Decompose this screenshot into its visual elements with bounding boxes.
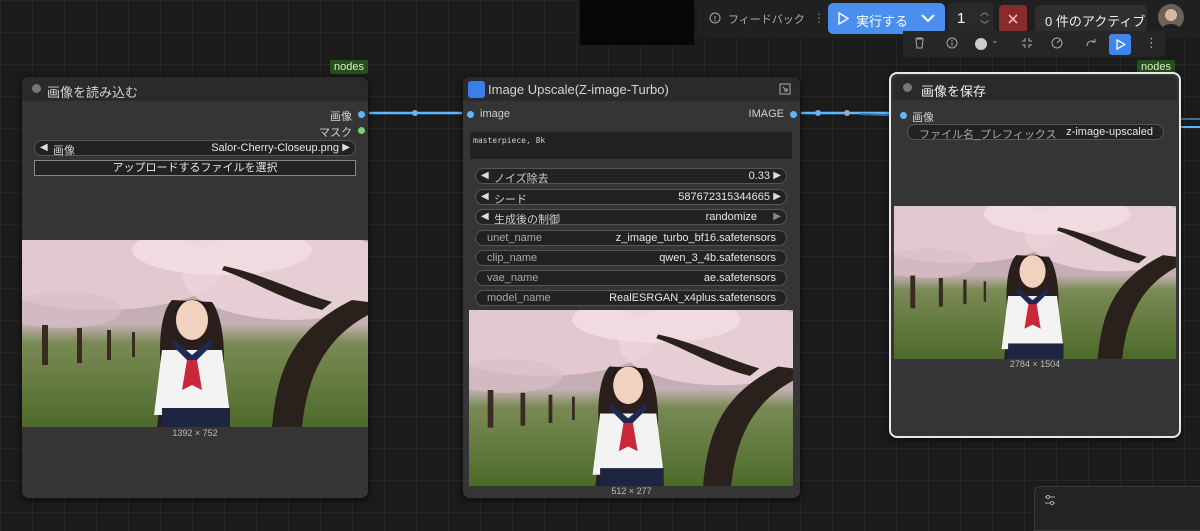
- trash-icon[interactable]: [914, 37, 925, 49]
- output-image-label: 画像: [330, 111, 352, 123]
- upload-file-button[interactable]: アップロードするファイルを選択: [34, 160, 356, 176]
- arrow-left-icon[interactable]: ◀: [481, 190, 489, 204]
- node-header[interactable]: 画像を保存: [893, 76, 1177, 100]
- image-dimensions: 2784 × 1504: [1009, 359, 1061, 369]
- input-image-label: image: [480, 108, 510, 120]
- image-dimensions: 512 × 277: [611, 486, 652, 496]
- output-mask-label: マスク: [319, 127, 352, 139]
- image-preview: [469, 310, 793, 486]
- chevron-down-icon[interactable]: [921, 14, 935, 23]
- widget-label: unet_name: [487, 232, 543, 244]
- properties-panel: [1034, 486, 1200, 531]
- nodes-badge: nodes: [330, 60, 368, 74]
- seed-widget[interactable]: ◀ シード 587672315344665 ▶: [475, 189, 787, 206]
- widget-value: 587672315344665: [678, 191, 770, 203]
- active-queue-button[interactable]: 0 件のアクティブ: [1035, 5, 1147, 33]
- play-icon: [1116, 39, 1126, 50]
- run-button-label: 実行する: [856, 14, 909, 29]
- subgraph-icon: [468, 81, 485, 98]
- widget-label: ファイル名_プレフィックス: [919, 129, 1057, 141]
- feedback-icon[interactable]: [709, 12, 721, 24]
- widget-value: z-image-upscaled: [1066, 126, 1153, 138]
- widget-label: model_name: [487, 292, 551, 304]
- redo-icon[interactable]: [1085, 37, 1097, 49]
- node-title: 画像を保存: [921, 84, 987, 99]
- arrow-right-icon[interactable]: ▶: [342, 141, 350, 155]
- image-dimensions: 1392 × 752: [172, 428, 218, 438]
- node-title: Image Upscale(Z-image-Turbo): [488, 82, 669, 97]
- arrow-right-icon[interactable]: ▶: [773, 210, 781, 224]
- arrow-right-icon[interactable]: ▶: [773, 169, 781, 183]
- widget-label: 画像: [53, 145, 75, 157]
- batch-count-stepper[interactable]: 1 ︿ ﹀: [948, 3, 993, 34]
- fit-view-icon[interactable]: [1021, 37, 1033, 49]
- image-select-widget[interactable]: ◀ 画像 Salor-Cherry-Closeup.png ▶: [34, 140, 356, 157]
- image-preview: [894, 206, 1176, 359]
- open-subgraph-icon[interactable]: [779, 83, 791, 95]
- node-header[interactable]: Image Upscale(Z-image-Turbo): [463, 77, 800, 101]
- prompt-textarea[interactable]: masterpiece, 8k: [470, 132, 792, 159]
- run-selected-button[interactable]: [1109, 34, 1131, 55]
- gauge-icon[interactable]: [1051, 37, 1063, 49]
- node-title: 画像を読み込む: [47, 85, 139, 100]
- sliders-icon[interactable]: [1044, 495, 1056, 505]
- color-picker-icon[interactable]: [975, 38, 987, 50]
- play-icon: [838, 12, 849, 25]
- widget-label: vae_name: [487, 272, 539, 284]
- collapse-dot-icon[interactable]: [903, 83, 912, 92]
- widget-value: Salor-Cherry-Closeup.png: [211, 142, 339, 154]
- widget-value: RealESRGAN_x4plus.safetensors: [609, 292, 776, 304]
- widget-value: randomize: [705, 211, 757, 223]
- widget-label: clip_name: [487, 252, 538, 264]
- arrow-left-icon[interactable]: ◀: [481, 210, 489, 224]
- image-preview: [22, 240, 368, 427]
- arrow-right-icon[interactable]: ▶: [773, 190, 781, 204]
- widget-value: 0.33: [748, 170, 770, 182]
- arrow-left-icon[interactable]: ◀: [40, 141, 48, 155]
- image-upscale-node[interactable]: Image Upscale(Z-image-Turbo) image IMAGE…: [462, 76, 801, 499]
- save-image-node[interactable]: 画像を保存 画像 ファイル名_プレフィックス z-image-upscaled …: [889, 72, 1181, 438]
- info-icon[interactable]: [946, 37, 958, 49]
- clip-name-combo[interactable]: clip_name qwen_3_4b.safetensors: [475, 250, 787, 266]
- collapse-dot-icon[interactable]: [32, 84, 41, 93]
- node-selection-toolbar: ⌄ ⋮: [903, 31, 1165, 57]
- output-mask-slot[interactable]: [358, 127, 365, 134]
- input-image-slot[interactable]: [467, 111, 474, 118]
- active-queue-label: 0 件のアクティブ: [1045, 14, 1146, 29]
- output-image-slot[interactable]: [358, 111, 365, 118]
- filename-prefix-widget[interactable]: ファイル名_プレフィックス z-image-upscaled: [907, 124, 1164, 141]
- chevron-down-icon[interactable]: ⌄: [991, 35, 999, 46]
- stepper-down-icon[interactable]: ﹀: [980, 18, 989, 31]
- unet-name-combo[interactable]: unet_name z_image_turbo_bf16.safetensors: [475, 230, 787, 246]
- input-image-label: 画像: [912, 112, 934, 124]
- run-button[interactable]: 実行する: [828, 3, 945, 34]
- output-image-slot[interactable]: [790, 111, 797, 118]
- model-name-combo[interactable]: model_name RealESRGAN_x4plus.safetensors: [475, 290, 787, 306]
- node-header[interactable]: 画像を読み込む: [22, 77, 368, 101]
- widget-value: ae.safetensors: [703, 272, 776, 284]
- more-options-icon[interactable]: ⋮: [1145, 35, 1158, 51]
- close-icon: [1008, 14, 1018, 24]
- widget-label: ノイズ除去: [494, 173, 549, 185]
- cancel-queue-button[interactable]: [999, 5, 1027, 33]
- control-after-generate-widget[interactable]: ◀ 生成後の制御 randomize ▶: [475, 209, 787, 226]
- widget-label: 生成後の制御: [494, 214, 560, 226]
- dark-overlay-panel: [580, 0, 694, 45]
- denoise-widget[interactable]: ◀ ノイズ除去 0.33 ▶: [475, 168, 787, 185]
- vae-name-combo[interactable]: vae_name ae.safetensors: [475, 270, 787, 286]
- arrow-left-icon[interactable]: ◀: [481, 169, 489, 183]
- stepper-up-icon[interactable]: ︿: [980, 5, 989, 18]
- input-image-slot[interactable]: [900, 112, 907, 119]
- batch-count-value: 1: [957, 10, 966, 27]
- feedback-button[interactable]: フィードバック: [728, 11, 805, 27]
- widget-label: シード: [494, 194, 527, 206]
- output-image-label: IMAGE: [748, 108, 784, 120]
- load-image-node[interactable]: 画像を読み込む 画像 マスク ◀ 画像 Salor-Cherry-Closeup…: [21, 76, 369, 499]
- widget-value: z_image_turbo_bf16.safetensors: [615, 232, 776, 244]
- avatar[interactable]: [1158, 4, 1184, 30]
- widget-value: qwen_3_4b.safetensors: [659, 252, 776, 264]
